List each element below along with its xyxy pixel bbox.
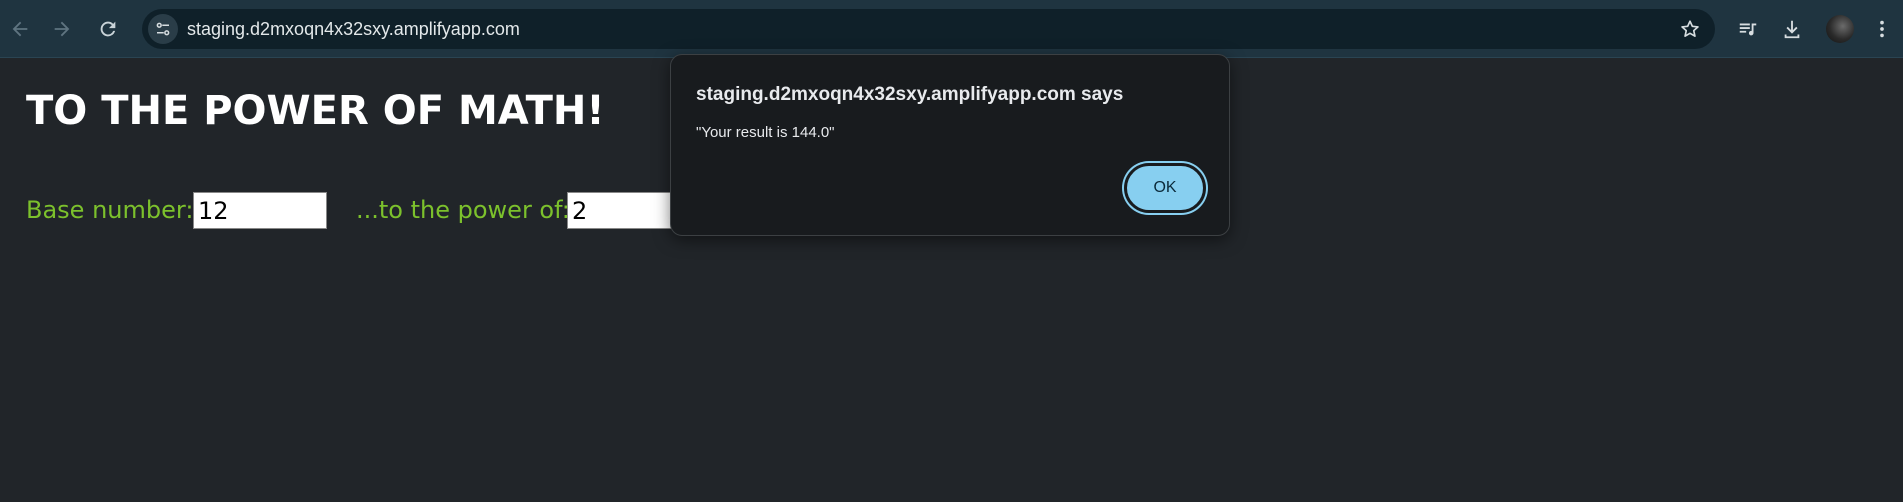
back-icon	[12, 21, 28, 37]
reload-button[interactable]	[90, 11, 126, 47]
base-number-label: Base number:	[26, 196, 194, 224]
dialog-message: "Your result is 144.0"	[696, 124, 835, 141]
page-title: TO THE POWER OF MATH!	[26, 88, 605, 134]
downloads-button[interactable]	[1774, 11, 1810, 47]
chrome-menu-button[interactable]	[1864, 11, 1900, 47]
ok-button[interactable]: OK	[1124, 163, 1206, 213]
profile-avatar[interactable]	[1826, 15, 1854, 43]
base-number-input[interactable]	[193, 192, 327, 229]
power-label: ...to the power of:	[356, 196, 570, 224]
media-button[interactable]	[1730, 11, 1766, 47]
url-text[interactable]: staging.d2mxoqn4x32sxy.amplifyapp.com	[187, 19, 520, 40]
menu-kebab-icon	[1880, 20, 1884, 38]
media-playlist-icon	[1739, 23, 1757, 36]
dialog-title: staging.d2mxoqn4x32sxy.amplifyapp.com sa…	[696, 84, 1124, 105]
site-info-button[interactable]	[148, 14, 178, 44]
forward-icon	[54, 21, 70, 37]
power-input[interactable]	[567, 192, 677, 229]
forward-button[interactable]	[44, 11, 80, 47]
download-icon	[1784, 20, 1800, 39]
bookmark-star-icon[interactable]	[1679, 18, 1701, 40]
site-info-icon	[156, 22, 170, 36]
reload-icon	[100, 21, 116, 37]
alert-dialog: staging.d2mxoqn4x32sxy.amplifyapp.com sa…	[670, 54, 1230, 236]
address-bar[interactable]: staging.d2mxoqn4x32sxy.amplifyapp.com	[142, 9, 1715, 49]
back-button[interactable]	[2, 11, 38, 47]
browser-toolbar: staging.d2mxoqn4x32sxy.amplifyapp.com	[0, 0, 1903, 58]
